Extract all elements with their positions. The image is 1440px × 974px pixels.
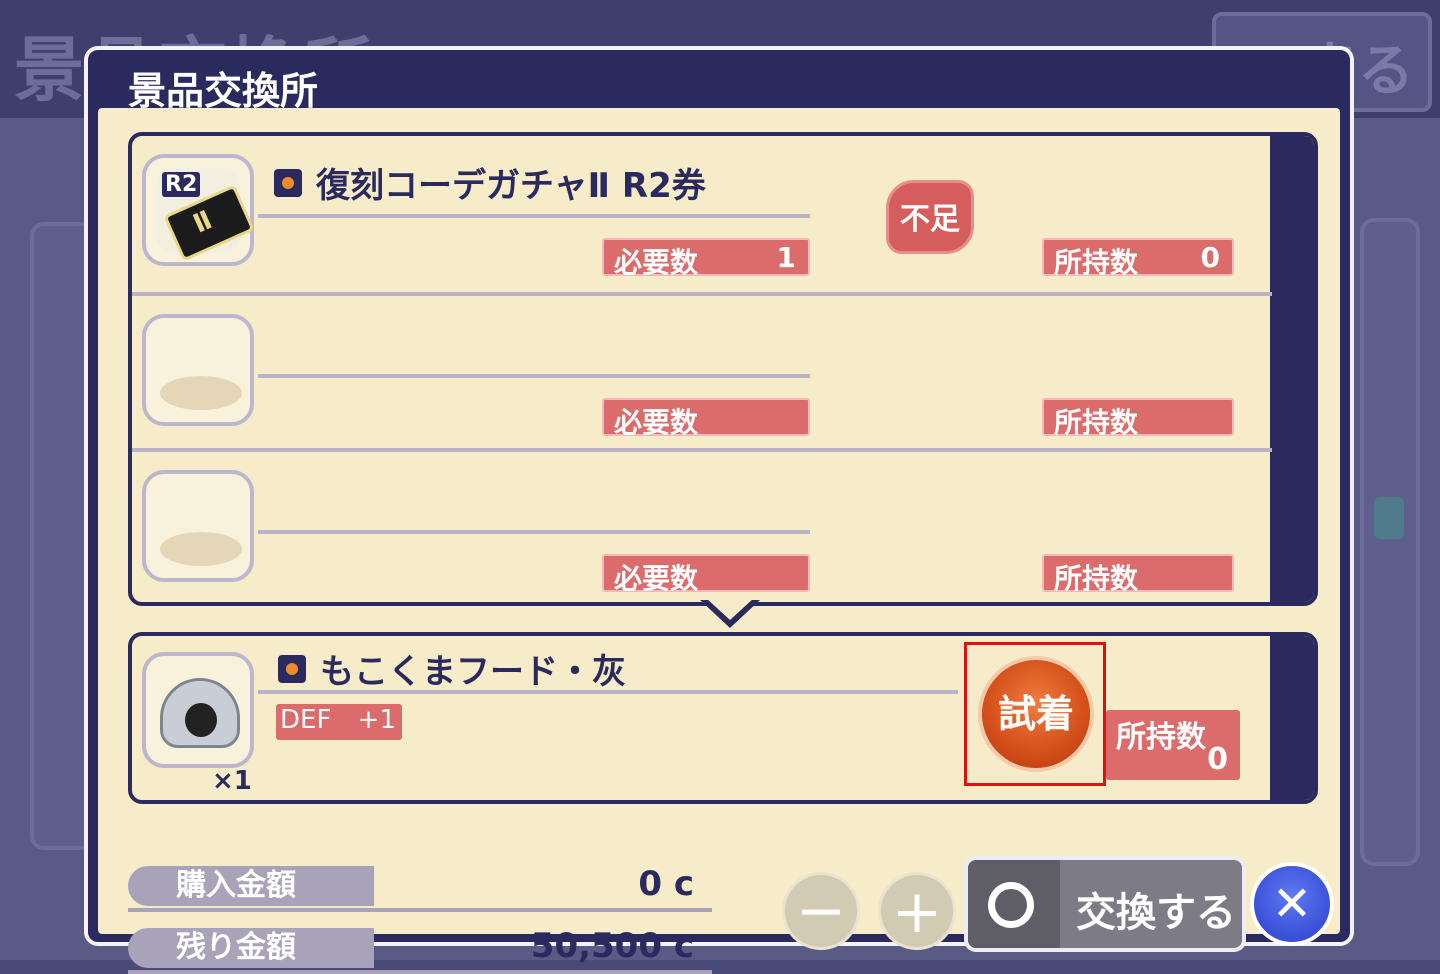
increase-quantity-button[interactable]: + bbox=[878, 872, 956, 950]
required-item-row: 必要数 所持数 bbox=[132, 448, 1272, 602]
item-name: 復刻コーデガチャⅡ R2券 bbox=[316, 166, 706, 206]
background-scroll-thumb bbox=[1374, 497, 1404, 539]
gray-bear-hood-icon bbox=[160, 678, 240, 748]
decrease-quantity-button[interactable]: − bbox=[782, 872, 860, 950]
purchase-amount-row: 購入金額 0 c bbox=[128, 862, 712, 912]
dialog-body: Ⅱ R2 復刻コーデガチャⅡ R2券 不足 必要数 1 所持数 0 必要数 所持… bbox=[98, 108, 1340, 974]
exchange-button-label: 交換する bbox=[1076, 890, 1236, 936]
empty-slot-placeholder bbox=[160, 376, 242, 410]
required-item-row: Ⅱ R2 復刻コーデガチャⅡ R2券 不足 必要数 1 所持数 0 bbox=[132, 136, 1272, 292]
shortage-badge: 不足 bbox=[886, 180, 974, 254]
required-count-pill: 必要数 1 bbox=[602, 238, 810, 279]
r2-tag: R2 bbox=[162, 172, 201, 197]
divider bbox=[128, 970, 712, 974]
bullet-icon bbox=[274, 168, 302, 197]
divider bbox=[128, 908, 712, 912]
stat-value: +1 bbox=[357, 705, 396, 735]
divider bbox=[258, 690, 958, 694]
arrow-pointer-inner bbox=[706, 598, 754, 620]
owned-count-pill: 所持数 bbox=[1042, 554, 1234, 595]
stat-label: DEF bbox=[280, 705, 332, 735]
required-count-pill: 必要数 bbox=[602, 398, 810, 439]
reward-item-panel: ×1 もこくまフード・灰 DEF +1 試着 所持数 0 bbox=[128, 632, 1318, 804]
reward-name-row: もこくまフード・灰 bbox=[278, 644, 626, 693]
required-count-label: 必要数 bbox=[614, 406, 699, 439]
hood-opening bbox=[185, 703, 217, 737]
exchange-dialog: 景品交換所 Ⅱ R2 復刻コーデガチャⅡ R2券 不足 必要数 1 所持数 0 … bbox=[84, 46, 1354, 974]
owned-count-value: 0 bbox=[1200, 241, 1220, 274]
close-button[interactable]: ✕ bbox=[1250, 862, 1334, 946]
background-scrollbar bbox=[1360, 218, 1420, 866]
ticket-numeral: Ⅱ bbox=[188, 205, 217, 240]
required-item-row: 必要数 所持数 bbox=[132, 292, 1272, 452]
purchase-amount-value: 0 c bbox=[638, 864, 694, 904]
reward-quantity: ×1 bbox=[212, 766, 252, 796]
reward-panel-rail bbox=[1270, 636, 1314, 800]
circle-icon bbox=[988, 882, 1034, 928]
remaining-amount-row: 残り金額 50,500 c bbox=[128, 924, 712, 974]
try-on-button[interactable]: 試着 bbox=[978, 656, 1094, 772]
remaining-amount-value: 50,500 c bbox=[530, 926, 694, 966]
item-slot bbox=[142, 314, 254, 426]
stat-pill: DEF +1 bbox=[276, 704, 402, 740]
owned-count-value: 0 bbox=[1207, 742, 1228, 777]
r2-ticket-icon: Ⅱ R2 bbox=[156, 168, 255, 262]
required-count-label: 必要数 bbox=[614, 562, 699, 595]
owned-count-pill: 所持数 0 bbox=[1042, 238, 1234, 279]
exchange-button-icon-area bbox=[968, 860, 1060, 948]
item-name-row: 復刻コーデガチャⅡ R2券 bbox=[274, 158, 706, 206]
required-count-pill: 必要数 bbox=[602, 554, 810, 595]
empty-slot-placeholder bbox=[160, 532, 242, 566]
reward-owned-count: 所持数 0 bbox=[1106, 710, 1240, 780]
remaining-amount-label: 残り金額 bbox=[128, 928, 374, 968]
required-items-list: Ⅱ R2 復刻コーデガチャⅡ R2券 不足 必要数 1 所持数 0 必要数 所持… bbox=[128, 132, 1318, 606]
divider bbox=[258, 374, 810, 378]
reward-item-slot[interactable] bbox=[142, 652, 254, 768]
owned-count-label: 所持数 bbox=[1116, 720, 1206, 755]
purchase-amount-label: 購入金額 bbox=[128, 866, 374, 906]
owned-count-label: 所持数 bbox=[1054, 246, 1139, 279]
required-count-label: 必要数 bbox=[614, 246, 699, 279]
owned-count-label: 所持数 bbox=[1054, 406, 1139, 439]
exchange-button[interactable]: 交換する bbox=[964, 856, 1246, 952]
divider bbox=[258, 530, 810, 534]
item-slot bbox=[142, 470, 254, 582]
required-count-value: 1 bbox=[776, 241, 796, 274]
item-slot[interactable]: Ⅱ R2 bbox=[142, 154, 255, 266]
required-list-scroll-rail[interactable] bbox=[1270, 136, 1314, 602]
owned-count-pill: 所持数 bbox=[1042, 398, 1234, 439]
bullet-icon bbox=[278, 654, 306, 683]
reward-name: もこくまフード・灰 bbox=[320, 652, 626, 692]
owned-count-label: 所持数 bbox=[1054, 562, 1139, 595]
divider bbox=[258, 214, 810, 218]
